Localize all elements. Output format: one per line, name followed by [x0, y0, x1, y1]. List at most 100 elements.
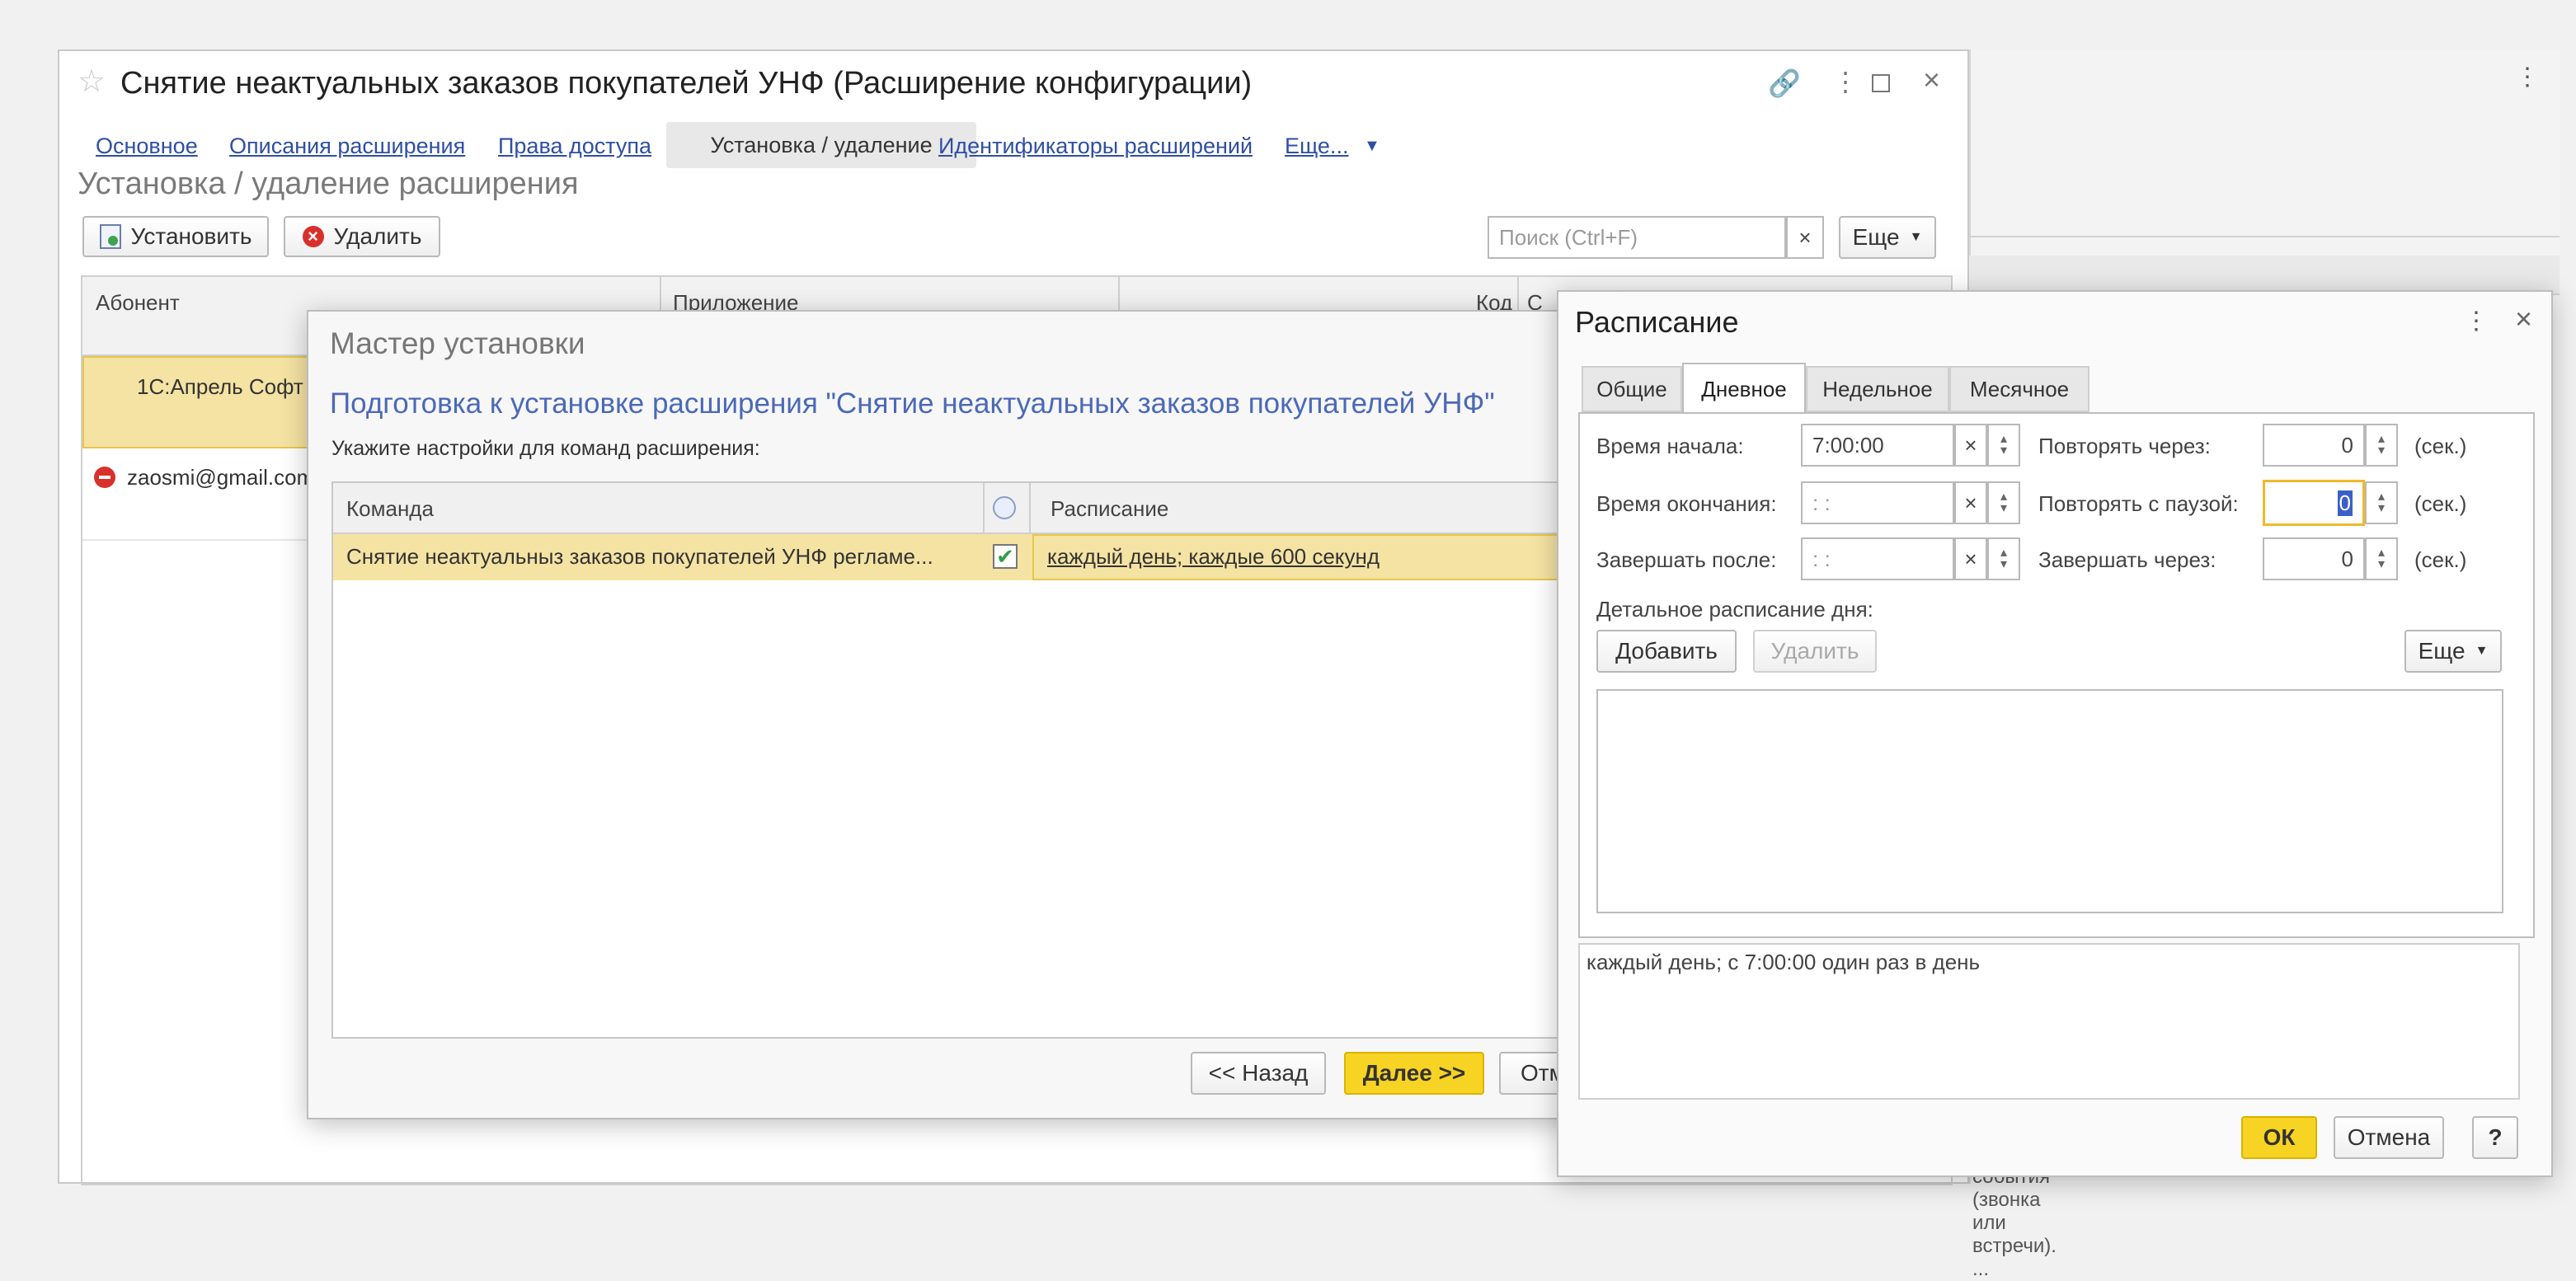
finish-in-value: 0 [2341, 546, 2353, 571]
close-icon[interactable]: × [1923, 63, 1940, 97]
search-input[interactable]: Поиск (Ctrl+F) [1488, 216, 1786, 259]
col-schedule: Расписание [1051, 496, 1169, 521]
tab-general-label: Общие [1596, 376, 1667, 401]
col-subscriber: Абонент [96, 290, 180, 315]
schedule-summary: каждый день; с 7:00:00 один раз в день [1586, 950, 1981, 974]
clock-icon [993, 496, 1016, 519]
end-time-clear[interactable]: × [1954, 481, 1987, 524]
command-row[interactable]: Снятие неактуальныз заказов покупателей … [333, 534, 1619, 580]
command-name: Снятие неактуальныз заказов покупателей … [346, 544, 933, 569]
finish-after-spinner[interactable]: ▴ ▾ [1987, 537, 2020, 580]
add-button[interactable]: Добавить [1596, 630, 1737, 673]
add-label: Добавить [1615, 638, 1718, 664]
schedule-cancel-button[interactable]: Отмена [2334, 1116, 2444, 1159]
favorite-star-icon[interactable]: ☆ [78, 63, 106, 100]
link-icon[interactable]: 🔗 [1768, 68, 1801, 99]
repeat-every-value: 0 [2341, 432, 2353, 458]
end-time-input[interactable]: : : [1801, 481, 1954, 524]
schedule-title: Расписание [1575, 305, 1739, 339]
col-divider [1029, 483, 1031, 534]
wizard-title: Мастер установки [330, 326, 585, 360]
schedule-more-button[interactable]: Еще ▼ [2404, 630, 2502, 673]
schedule-dialog: Расписание ⋮ × Общие Дневное Недельное М… [1557, 290, 2553, 1177]
next-button[interactable]: Далее >> [1344, 1052, 1484, 1095]
tab-identifiers[interactable]: Идентификаторы расширений [938, 134, 1253, 159]
tab-access-rights[interactable]: Права доступа [498, 134, 651, 159]
wizard-instruction: Укажите настройки для команд расширения: [331, 437, 760, 460]
finish-after-clear[interactable]: × [1954, 537, 1987, 580]
more-vert-icon[interactable]: ⋮ [1832, 66, 1859, 97]
col-command: Команда [346, 496, 434, 521]
commands-table: Команда Расписание Снятие неактуальныз з… [331, 481, 1619, 1039]
detailed-schedule-label: Детальное расписание дня: [1596, 597, 1873, 622]
delete-icon: × [302, 226, 324, 247]
finish-in-input[interactable]: 0 [2263, 537, 2365, 580]
row-subscriber: zaosmi@gmail.com [127, 465, 315, 490]
end-time-value: : : [1812, 490, 1831, 515]
finish-after-clear-icon: × [1964, 546, 1977, 571]
install-button[interactable]: Установить [82, 216, 269, 257]
ok-button[interactable]: ОК [2241, 1116, 2317, 1159]
repeat-every-spinner[interactable]: ▴ ▾ [2365, 424, 2398, 467]
tab-daily[interactable]: Дневное [1682, 363, 1806, 414]
finish-after-input[interactable]: : : [1801, 537, 1954, 580]
repeat-pause-label: Повторять с паузой: [2038, 491, 2239, 516]
install-label: Установить [130, 223, 252, 249]
install-wizard-dialog: Мастер установки Подготовка к установке … [307, 310, 1619, 1119]
repeat-pause-value: 0 [2337, 490, 2353, 516]
schedule-link[interactable]: каждый день; каждые 600 секунд [1047, 544, 1380, 570]
repeat-pause-input[interactable]: 0 [2263, 480, 2365, 526]
end-time-spinner[interactable]: ▴ ▾ [1987, 481, 2020, 524]
background-more-icon[interactable]: ⋮ [2515, 63, 2540, 92]
back-button[interactable]: << Назад [1191, 1052, 1326, 1095]
tab-general[interactable]: Общие [1582, 366, 1682, 412]
repeat-pause-spinner[interactable]: ▴ ▾ [2365, 481, 2398, 524]
sec-unit: (сек.) [2414, 434, 2467, 458]
background-line [1969, 236, 2560, 237]
start-time-input[interactable]: 7:00:00 [1801, 424, 1954, 467]
back-label: << Назад [1208, 1060, 1309, 1086]
start-time-value: 7:00:00 [1812, 432, 1884, 458]
main-more-button[interactable]: Еще ▼ [1839, 216, 1936, 259]
search-placeholder: Поиск (Ctrl+F) [1499, 224, 1638, 250]
finish-after-label: Завершать после: [1596, 547, 1777, 572]
ok-label: ОК [2263, 1124, 2296, 1150]
background-header [1969, 256, 2560, 295]
detailed-schedule-list[interactable] [1596, 689, 2503, 913]
enabled-checkbox[interactable]: ✔ [993, 544, 1018, 569]
start-time-clear[interactable]: × [1954, 424, 1987, 467]
search-clear-button[interactable]: × [1786, 216, 1824, 259]
tab-install-remove[interactable]: Установка / удаление [666, 122, 976, 168]
schedule-close-icon[interactable]: × [2515, 302, 2532, 336]
help-button[interactable]: ? [2472, 1116, 2518, 1159]
finish-after-value: : : [1812, 546, 1831, 571]
maximize-icon[interactable] [1872, 74, 1890, 92]
tab-more[interactable]: Еще... [1285, 134, 1348, 159]
tab-monthly[interactable]: Месячное [1949, 366, 2089, 412]
delete-button[interactable]: × Удалить [284, 216, 440, 257]
search-clear-icon: × [1798, 224, 1812, 250]
tab-weekly-label: Недельное [1822, 376, 1933, 401]
sec-unit: (сек.) [2414, 547, 2467, 572]
finish-in-label: Завершать через: [2038, 547, 2216, 572]
tab-descriptions[interactable]: Описания расширения [229, 134, 465, 159]
finish-in-spinner[interactable]: ▴ ▾ [2365, 537, 2398, 580]
schedule-cancel-label: Отмена [2347, 1124, 2431, 1150]
tab-main[interactable]: Основное [96, 134, 198, 159]
schedule-more-icon[interactable]: ⋮ [2464, 307, 2489, 336]
repeat-every-input[interactable]: 0 [2263, 424, 2365, 467]
col-divider [983, 483, 985, 534]
tab-monthly-label: Месячное [1969, 376, 2070, 401]
install-icon [99, 224, 121, 249]
end-time-label: Время окончания: [1596, 491, 1777, 516]
wizard-heading: Подготовка к установке расширения "Сняти… [330, 387, 1495, 420]
tab-weekly[interactable]: Недельное [1806, 366, 1949, 412]
delete-label: Удалить [333, 223, 422, 249]
tab-daily-label: Дневное [1701, 376, 1787, 401]
row-disabled-icon [94, 467, 115, 488]
help-label: ? [2488, 1124, 2503, 1150]
remove-button[interactable]: Удалить [1753, 630, 1877, 673]
sec-unit: (сек.) [2414, 491, 2467, 516]
start-time-spinner[interactable]: ▴ ▾ [1987, 424, 2020, 467]
schedule-link-cell[interactable]: каждый день; каждые 600 секунд [1032, 534, 1619, 580]
